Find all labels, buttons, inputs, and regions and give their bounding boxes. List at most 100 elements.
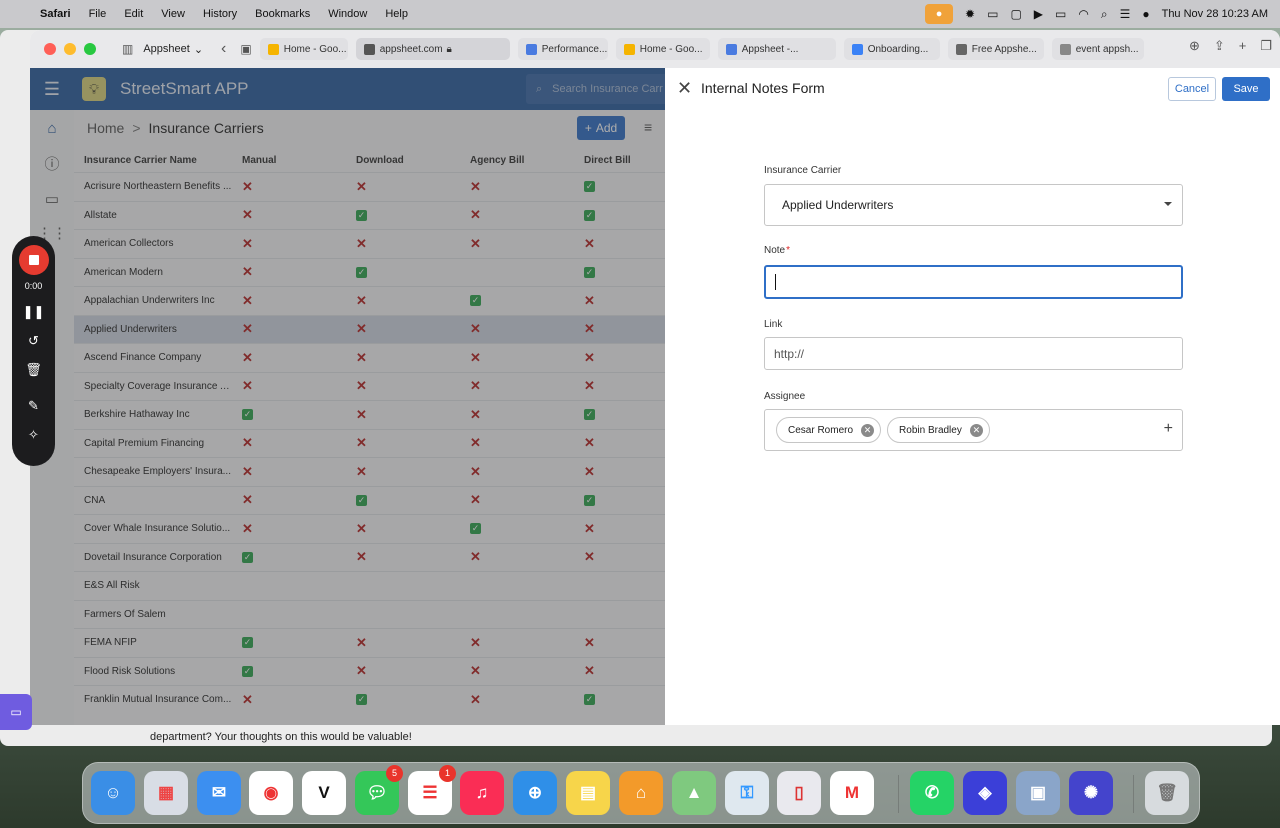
control-center-icon[interactable]: ☰ [1120, 7, 1131, 21]
microphone-icon[interactable]: ● [925, 4, 954, 24]
drive-icon [623, 43, 635, 55]
notes-icon[interactable]: ▤ [566, 771, 610, 815]
note-label: Note [764, 245, 786, 256]
sidebar-icon[interactable]: ▥ [122, 42, 133, 56]
background-text: department? Your thoughts on this would … [150, 731, 412, 743]
menu-bar: Safari File Edit View History Bookmarks … [0, 0, 1280, 28]
toolbar-icons: ⊕ ⇪ + ❐ [1189, 38, 1272, 54]
assignee-field[interactable]: Cesar Romero ✕ Robin Bradley ✕ + [764, 409, 1183, 451]
settings-gear-icon[interactable]: ✺ [1069, 771, 1113, 815]
play-icon[interactable]: ▶ [1034, 7, 1043, 21]
pen-icon[interactable]: ✎ [28, 398, 39, 414]
battery-icon[interactable]: ▭ [1055, 7, 1066, 21]
music-icon[interactable]: ♫ [460, 771, 504, 815]
menu-bookmarks[interactable]: Bookmarks [255, 8, 310, 20]
tab-appsheet[interactable]: appsheet.com 🔒︎ [355, 38, 510, 60]
camera-icon[interactable]: ▭ [0, 694, 32, 730]
screen-mirror-icon[interactable]: ▭ [987, 7, 998, 21]
shortcuts-icon[interactable]: ◈ [963, 771, 1007, 815]
required-marker: * [786, 245, 791, 256]
reminders-icon[interactable]: ☰ 1 [408, 765, 456, 815]
tab-appsheet-doc[interactable]: Appsheet -... [717, 38, 836, 60]
menu-file[interactable]: File [89, 8, 107, 20]
menu-help[interactable]: Help [385, 8, 408, 20]
form-title: Internal Notes Form [701, 80, 825, 96]
share-icon[interactable]: ⇪ [1214, 38, 1225, 54]
reminders-badge: 1 [439, 765, 456, 782]
gmail-icon[interactable]: M [830, 771, 874, 815]
modal-overlay[interactable] [30, 68, 665, 725]
vectorworks-icon[interactable]: V [302, 771, 346, 815]
trash-icon[interactable]: 🗑︎ [25, 362, 42, 378]
tab-grid-icon[interactable]: ❐ [1260, 38, 1272, 54]
internal-notes-form-panel: ✕ Internal Notes Form Cancel Save Insura… [665, 68, 1280, 725]
tab-performance[interactable]: Performance... [517, 38, 608, 60]
assignee-chip[interactable]: Cesar Romero ✕ [776, 417, 882, 443]
tab-bar: ▥ Appsheet ⌄ ‹ ▣ Home - Goo... appsheet.c… [30, 30, 1280, 68]
menu-history[interactable]: History [203, 8, 237, 20]
note-input[interactable] [764, 265, 1183, 299]
brightness-icon[interactable]: ✹ [965, 7, 975, 21]
whatsapp-icon[interactable]: ✆ [910, 771, 954, 815]
search-icon[interactable]: ⌕ [1101, 7, 1108, 22]
dock: ☺ ▦ ✉ ◉ V 💬︎ 5 ☰ 1 ♫ ⊕ ▤ ⌂ ▲ ⚿ ▯ M ✆ ◈ ▣ ✺… [82, 762, 1200, 824]
assignee-label: Assignee [764, 391, 806, 402]
chrome-icon[interactable]: ◉ [249, 771, 293, 815]
minimize-window-button[interactable] [64, 43, 76, 55]
stop-recording-button[interactable] [18, 245, 49, 275]
download-icon[interactable]: ⊕ [1189, 38, 1200, 54]
tab-overview-icon[interactable]: ▣ [240, 42, 251, 56]
magic-icon[interactable]: ✧ [28, 427, 39, 443]
menu-window[interactable]: Window [328, 8, 367, 20]
trash-icon[interactable]: 🗑︎ [1145, 771, 1189, 815]
home-app-icon[interactable]: ⌂ [619, 771, 663, 815]
cancel-button[interactable]: Cancel [1168, 77, 1216, 101]
clock[interactable]: Thu Nov 28 10:23 AM [1162, 8, 1268, 20]
preview-icon[interactable]: ▣ [1016, 771, 1060, 815]
iphone-mirroring-icon[interactable]: ▯ [777, 771, 821, 815]
link-input[interactable]: http:// [764, 337, 1183, 370]
tab-home-google-2[interactable]: Home - Goo... [615, 38, 710, 60]
drive-icon [267, 43, 279, 55]
menu-edit[interactable]: Edit [124, 8, 143, 20]
safari-window: ▥ Appsheet ⌄ ‹ ▣ Home - Goo... appsheet.c… [30, 30, 1280, 725]
launchpad-icon[interactable]: ▦ [144, 771, 188, 815]
menu-safari[interactable]: Safari [40, 8, 71, 20]
carrier-value: Applied Underwriters [782, 198, 894, 212]
tab-free-appsheet[interactable]: Free Appshe... [947, 38, 1044, 60]
remove-chip-icon[interactable]: ✕ [861, 423, 875, 437]
pause-icon[interactable]: ❚❚ [23, 304, 45, 320]
passwords-icon[interactable]: ⚿ [725, 771, 769, 815]
link-value: http:// [774, 346, 805, 361]
zoom-window-button[interactable] [84, 43, 96, 55]
note-label-row: Note* [764, 245, 790, 256]
carrier-label: Insurance Carrier [764, 165, 842, 176]
close-window-button[interactable] [44, 43, 56, 55]
new-tab-icon[interactable]: + [1239, 38, 1247, 54]
close-icon[interactable]: ✕ [677, 78, 692, 99]
tab-event-appsheet[interactable]: event appsh... [1051, 38, 1144, 60]
back-icon[interactable]: ‹ [221, 40, 226, 58]
mail-icon[interactable]: ✉ [197, 771, 241, 815]
messages-icon[interactable]: 💬︎ 5 [355, 765, 403, 815]
finder-icon[interactable]: ☺ [91, 771, 135, 815]
wifi-icon[interactable]: ◠ [1078, 7, 1088, 21]
tab-group-selector[interactable]: Appsheet ⌄ [143, 43, 203, 56]
siri-icon[interactable]: ● [1142, 7, 1149, 21]
insurance-carrier-select[interactable]: Applied Underwriters [764, 184, 1183, 226]
add-assignee-icon[interactable]: + [1164, 420, 1173, 438]
text-cursor [775, 274, 776, 290]
tab-onboarding[interactable]: Onboarding... [843, 38, 940, 60]
onboarding-favicon-icon [851, 43, 863, 55]
appsheet-favicon-icon [363, 43, 375, 55]
chevron-down-icon: ⌄ [193, 43, 204, 56]
restart-icon[interactable]: ↺ [28, 333, 39, 349]
safari-icon[interactable]: ⊕ [513, 771, 557, 815]
maps-icon[interactable]: ▲ [672, 771, 716, 815]
display-icon[interactable]: ▢ [1010, 7, 1021, 21]
save-button[interactable]: Save [1222, 77, 1270, 101]
tab-home-google-1[interactable]: Home - Goo... [259, 38, 348, 60]
menu-view[interactable]: View [161, 8, 185, 20]
assignee-chip[interactable]: Robin Bradley ✕ [887, 417, 990, 443]
remove-chip-icon[interactable]: ✕ [969, 423, 983, 437]
